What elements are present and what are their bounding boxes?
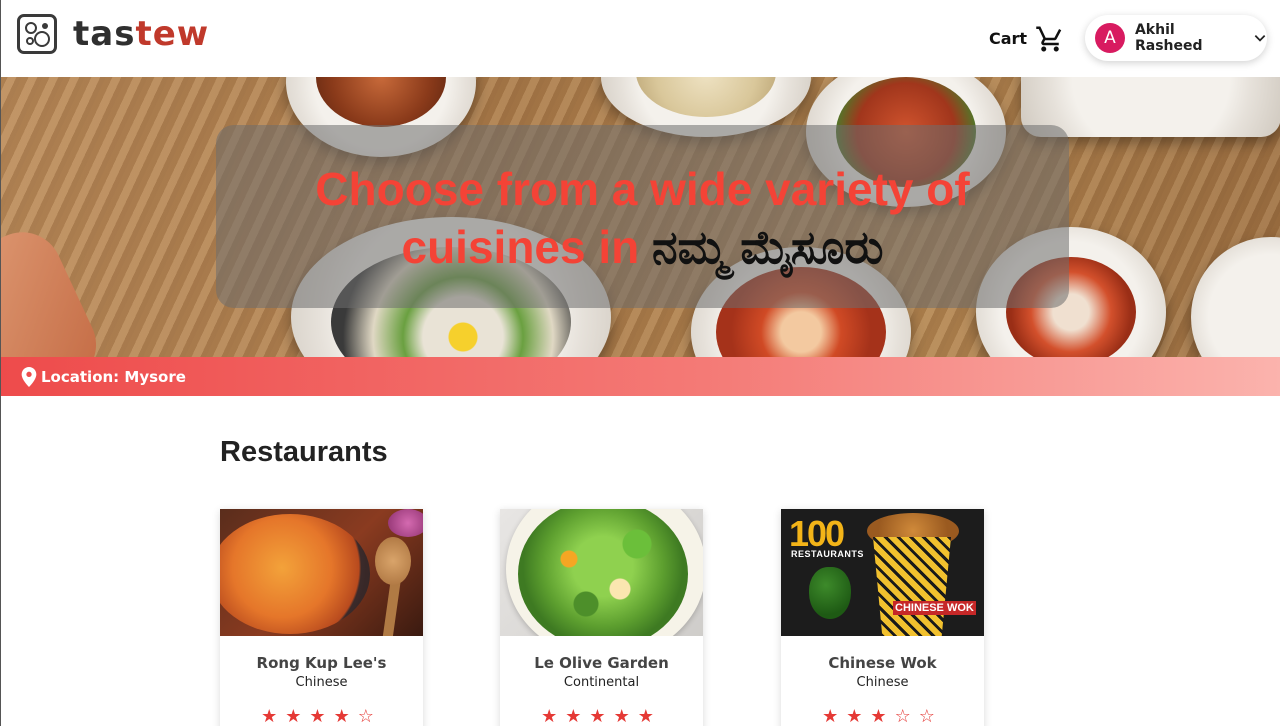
restaurant-cuisine: Chinese [295,675,348,690]
cart-icon [1036,26,1062,52]
rating-stars: ★★★★★ [500,706,703,726]
hero-banner: Choose from a wide variety of cuisines i… [1,77,1280,357]
star-empty-icon: ☆ [918,706,943,726]
location-label: Location: Mysore [41,367,186,386]
restaurant-card[interactable]: 100 RESTAURANTS CHINESE WOK Chinese Wok … [781,509,984,726]
restaurant-image [220,509,423,636]
restaurant-cuisine: Continental [563,675,640,690]
rating-stars: ★★★☆☆ [781,706,984,726]
star-empty-icon: ☆ [357,706,382,726]
star-filled-icon: ★ [309,706,334,726]
star-empty-icon: ☆ [894,706,919,726]
star-filled-icon: ★ [285,706,310,726]
brand-logo[interactable]: tastew [17,14,209,54]
restaurant-name: Le Olive Garden [534,654,669,672]
star-filled-icon: ★ [333,706,358,726]
cart-button[interactable]: Cart [989,24,1065,54]
star-filled-icon: ★ [613,706,638,726]
star-filled-icon: ★ [822,706,847,726]
location-bar[interactable]: Location: Mysore [1,357,1280,396]
image-badge-sub: RESTAURANTS [791,549,864,559]
restaurant-card[interactable]: Rong Kup Lee's Chinese ★★★★☆ [220,509,423,726]
cart-label: Cart [989,29,1028,48]
brand-name: tastew [73,14,209,54]
logo-icon [17,14,57,54]
star-filled-icon: ★ [870,706,895,726]
star-filled-icon: ★ [637,706,662,726]
avatar: A [1095,23,1125,53]
chevron-down-icon [1254,35,1266,42]
user-menu-button[interactable]: A Akhil Rasheed [1085,15,1267,61]
hero-title-line2: cuisines in ನಮ್ಮ ಮೈಸೂರು [216,218,1069,276]
star-filled-icon: ★ [261,706,286,726]
hero-title-line2-prefix: cuisines in [401,221,640,273]
restaurant-card[interactable]: Le Olive Garden Continental ★★★★★ [500,509,703,726]
napkin-image [1,219,110,357]
star-filled-icon: ★ [846,706,871,726]
star-filled-icon: ★ [589,706,614,726]
hero-title-line1: Choose from a wide variety of [315,163,970,215]
restaurant-image: 100 RESTAURANTS CHINESE WOK [781,509,984,636]
location-pin-icon [21,366,37,387]
restaurant-cuisine: Chinese [856,675,909,690]
restaurant-image [500,509,703,636]
image-cup-label: CHINESE WOK [893,601,976,615]
star-filled-icon: ★ [541,706,566,726]
hero-title-city: ನಮ್ಮ ಮೈಸೂರು [652,221,884,273]
restaurant-name: Rong Kup Lee's [256,654,387,672]
top-navbar: tastew Cart A Akhil Rasheed [1,0,1280,77]
food-bowl-image [1191,237,1280,357]
user-name: Akhil Rasheed [1134,22,1203,54]
hero-title: Choose from a wide variety of cuisines i… [216,160,1069,276]
brand-name-part1: tas [73,14,136,54]
restaurant-name: Chinese Wok [828,654,937,672]
restaurants-heading: Restaurants [220,436,388,468]
rating-stars: ★★★★☆ [220,706,423,726]
star-filled-icon: ★ [565,706,590,726]
brand-name-part2: tew [135,14,210,54]
